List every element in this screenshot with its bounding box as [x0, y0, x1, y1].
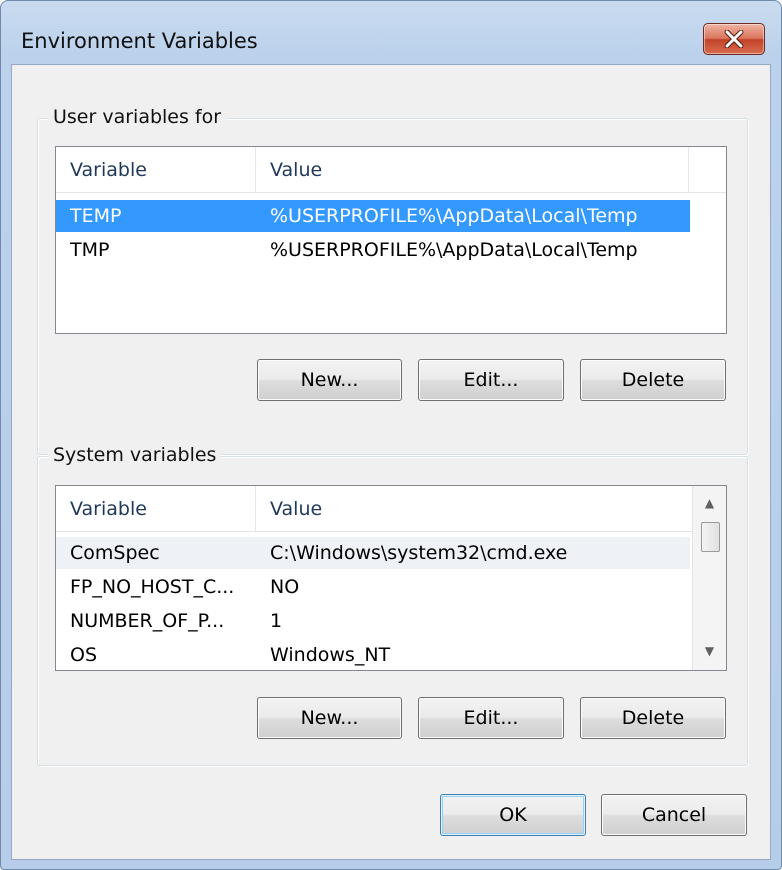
scroll-down-arrow-icon[interactable]: ▼: [693, 636, 726, 666]
variable-cell: OS: [70, 644, 98, 666]
scroll-up-arrow-icon[interactable]: ▲: [693, 488, 726, 518]
variable-cell: ComSpec: [70, 542, 160, 564]
close-button[interactable]: [703, 23, 765, 55]
variable-cell: TEMP: [70, 205, 122, 227]
column-header-value[interactable]: Value: [256, 147, 689, 193]
dialog-body: User variables for Variable Value TEMP %…: [11, 64, 771, 860]
system-variables-scrollbar[interactable]: ▲ ▼: [692, 486, 726, 670]
user-variable-row-temp[interactable]: TEMP %USERPROFILE%\AppData\Local\Temp: [56, 200, 690, 232]
column-header-variable[interactable]: Variable: [56, 486, 256, 532]
value-cell: C:\Windows\system32\cmd.exe: [270, 542, 568, 564]
ok-button[interactable]: OK: [440, 794, 586, 836]
title-bar[interactable]: Environment Variables: [1, 1, 781, 65]
user-variables-group: User variables for Variable Value TEMP %…: [37, 104, 748, 455]
variable-cell: NUMBER_OF_P...: [70, 610, 225, 632]
system-variables-group: System variables Variable Value ComSpec …: [37, 442, 748, 766]
variable-cell: TMP: [70, 239, 110, 261]
column-header-value[interactable]: Value: [256, 486, 692, 532]
system-variables-header: Variable Value: [56, 486, 692, 532]
column-header-variable[interactable]: Variable: [56, 147, 256, 193]
value-cell: Windows_NT: [270, 644, 391, 666]
system-edit-button[interactable]: Edit...: [418, 697, 564, 739]
scroll-thumb[interactable]: [701, 522, 720, 552]
value-cell: NO: [270, 576, 300, 598]
system-variable-row-number-of-processors[interactable]: NUMBER_OF_P... 1: [56, 605, 690, 637]
variable-cell: FP_NO_HOST_C...: [70, 576, 235, 598]
value-cell: 1: [270, 610, 283, 632]
close-x-icon: [724, 30, 744, 48]
user-variables-label: User variables for: [48, 104, 227, 130]
window-title: Environment Variables: [21, 29, 258, 53]
system-variable-row-fp-no-host[interactable]: FP_NO_HOST_C... NO: [56, 571, 690, 603]
user-new-button[interactable]: New...: [257, 359, 402, 401]
user-variables-list[interactable]: Variable Value TEMP %USERPROFILE%\AppDat…: [55, 146, 727, 334]
environment-variables-window: Environment Variables User variables for…: [0, 0, 782, 870]
system-variable-row-comspec[interactable]: ComSpec C:\Windows\system32\cmd.exe: [56, 537, 690, 569]
system-variable-row-os[interactable]: OS Windows_NT: [56, 639, 690, 670]
user-variables-header: Variable Value: [56, 147, 726, 193]
user-delete-button[interactable]: Delete: [580, 359, 726, 401]
system-delete-button[interactable]: Delete: [580, 697, 726, 739]
system-variables-list[interactable]: Variable Value ComSpec C:\Windows\system…: [55, 485, 727, 671]
value-cell: %USERPROFILE%\AppData\Local\Temp: [270, 205, 638, 227]
user-edit-button[interactable]: Edit...: [418, 359, 564, 401]
user-variable-row-tmp[interactable]: TMP %USERPROFILE%\AppData\Local\Temp: [56, 234, 690, 266]
system-new-button[interactable]: New...: [257, 697, 402, 739]
cancel-button[interactable]: Cancel: [601, 794, 747, 836]
value-cell: %USERPROFILE%\AppData\Local\Temp: [270, 239, 638, 261]
system-variables-label: System variables: [48, 442, 222, 468]
